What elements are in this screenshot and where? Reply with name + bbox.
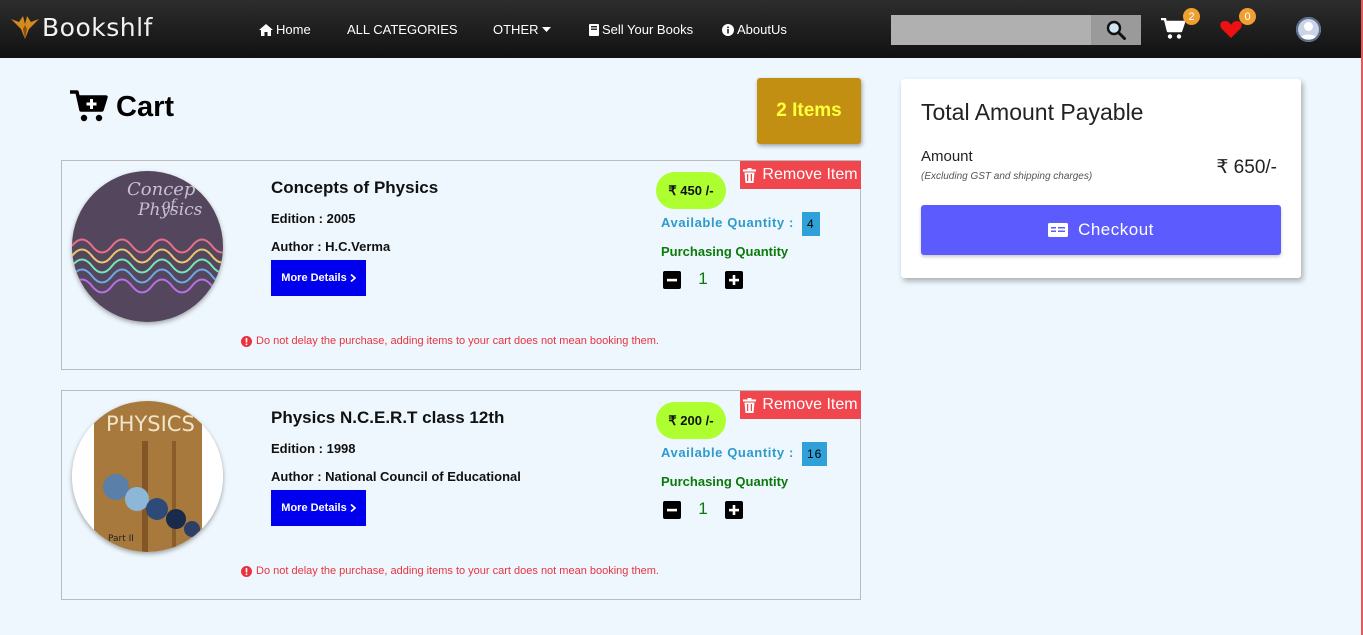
wishlist-button[interactable]: 0	[1220, 8, 1256, 44]
cart-warning: Do not delay the purchase, adding items …	[241, 335, 659, 347]
more-details-button[interactable]: More Details	[271, 490, 366, 526]
remove-item-button[interactable]: Remove Item	[740, 391, 861, 419]
minus-icon	[667, 508, 677, 512]
cart-warning: Do not delay the purchase, adding items …	[241, 565, 659, 577]
nav-about-label: AboutUs	[737, 22, 787, 37]
svg-text:Part II: Part II	[108, 534, 134, 544]
search-button[interactable]	[1091, 15, 1141, 45]
book-cover-image[interactable]: Concep of Physics	[72, 171, 223, 322]
book-icon	[589, 23, 599, 36]
available-quantity-label: Available Quantity :	[661, 215, 794, 230]
order-summary-panel: Total Amount Payable Amount (Excluding G…	[901, 79, 1301, 278]
cart-title: Cart	[116, 90, 175, 123]
book-cover-image[interactable]: PHYSICS Part II	[72, 401, 223, 552]
cart-heading: Cart	[70, 90, 174, 124]
remove-item-button[interactable]: Remove Item	[740, 161, 861, 189]
cart-count-badge: 2	[1183, 8, 1200, 25]
purchasing-quantity-label: Purchasing Quantity	[661, 244, 789, 259]
items-count-badge: 2 Items	[757, 78, 861, 144]
book-author: Author : National Council of Educational	[271, 469, 521, 484]
navbar: Bookshlf Home ALL CATEGORIES OTHER Sell …	[0, 0, 1361, 58]
purchasing-quantity-label: Purchasing Quantity	[661, 474, 789, 489]
plus-icon	[729, 505, 739, 515]
more-details-button[interactable]: More Details	[271, 260, 366, 296]
exclamation-circle-icon	[241, 565, 252, 577]
purchasing-quantity-value: 1	[698, 499, 708, 518]
home-icon	[259, 23, 273, 36]
user-avatar[interactable]	[1296, 17, 1321, 42]
amount-value: ₹ 650/-	[1216, 157, 1277, 178]
nav-other-label: OTHER	[493, 22, 539, 37]
cart-item: PHYSICS Part II Physics N.C.E.R.T class …	[61, 390, 861, 600]
svg-text:PHYSICS: PHYSICS	[106, 412, 195, 436]
book-author: Author : H.C.Verma	[271, 239, 391, 254]
amount-note: (Excluding GST and shipping charges)	[921, 171, 1093, 182]
nav-home-label: Home	[276, 22, 311, 37]
chevron-right-icon	[350, 274, 356, 282]
price-tag: ₹ 200 /-	[656, 402, 726, 439]
minus-icon	[667, 278, 677, 282]
nav-other-dropdown[interactable]: OTHER	[493, 22, 551, 37]
decrease-quantity-button[interactable]	[663, 271, 681, 289]
cart-icon	[1161, 17, 1186, 39]
search-input[interactable]	[891, 15, 1091, 45]
wishlist-count-badge: 0	[1239, 8, 1256, 25]
nav-about-us[interactable]: AboutUs	[722, 22, 787, 37]
available-quantity-label: Available Quantity :	[661, 445, 794, 460]
chevron-right-icon	[350, 504, 356, 512]
brand-logo[interactable]: Bookshlf	[10, 13, 153, 42]
nav-home[interactable]: Home	[259, 22, 311, 37]
summary-title: Total Amount Payable	[921, 99, 1144, 125]
nav-sell-label: Sell Your Books	[602, 22, 694, 37]
purchasing-quantity-value: 1	[698, 269, 708, 288]
remove-item-label: Remove Item	[762, 166, 858, 183]
cart-item: Concep of Physics Concepts of Physics Ed…	[61, 160, 861, 370]
increase-quantity-button[interactable]	[725, 271, 743, 289]
warning-text: Do not delay the purchase, adding items …	[256, 335, 659, 347]
book-title: Physics N.C.E.R.T class 12th	[271, 408, 505, 427]
book-edition: Edition : 2005	[271, 211, 356, 226]
nav-categories-label: ALL CATEGORIES	[347, 22, 458, 37]
checkout-label: Checkout	[1078, 220, 1154, 239]
exclamation-circle-icon	[241, 335, 252, 347]
nav-sell-books[interactable]: Sell Your Books	[589, 22, 693, 37]
brand-name: Bookshlf	[42, 13, 153, 42]
more-details-label: More Details	[281, 272, 347, 284]
trash-icon	[743, 397, 757, 413]
info-circle-icon	[722, 23, 734, 36]
trash-icon	[743, 167, 757, 183]
cart-plus-icon	[70, 90, 108, 122]
book-edition: Edition : 1998	[271, 441, 356, 456]
eagle-logo-icon	[11, 15, 39, 39]
decrease-quantity-button[interactable]	[663, 501, 681, 519]
more-details-label: More Details	[281, 502, 347, 514]
plus-icon	[729, 275, 739, 285]
search-icon	[1106, 20, 1126, 40]
available-quantity-value: 4	[802, 212, 820, 236]
cart-button[interactable]: 2	[1161, 8, 1200, 45]
price-tag: ₹ 450 /-	[656, 172, 726, 209]
warning-text: Do not delay the purchase, adding items …	[256, 565, 659, 577]
user-avatar-icon	[1296, 17, 1321, 42]
checkout-button[interactable]: Checkout	[921, 205, 1281, 255]
heart-icon	[1220, 21, 1242, 38]
money-check-icon	[1048, 223, 1069, 237]
book-title: Concepts of Physics	[271, 178, 439, 197]
caret-down-icon	[541, 26, 551, 32]
increase-quantity-button[interactable]	[725, 501, 743, 519]
available-quantity-value: 16	[802, 442, 828, 466]
nav-all-categories[interactable]: ALL CATEGORIES	[347, 22, 458, 37]
svg-text:Physics: Physics	[137, 200, 203, 220]
amount-label: Amount	[921, 148, 973, 165]
remove-item-label: Remove Item	[762, 396, 858, 413]
